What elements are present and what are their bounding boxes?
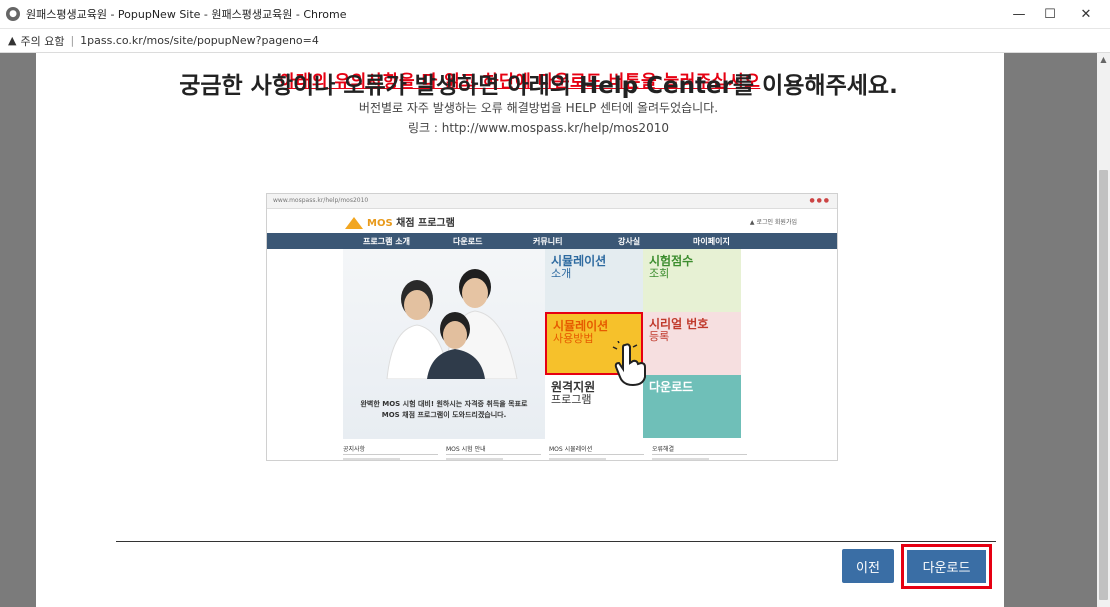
scroll-up-arrow-icon[interactable]: ▲ — [1097, 53, 1110, 66]
list-heading: MOS 시험 안내 — [446, 444, 541, 455]
hero-caption-line: 완벽한 MOS 시험 대비! 원하시는 자격증 취득을 목표로 — [360, 400, 528, 408]
list-column: MOS 시뮬레이션 — [549, 444, 644, 460]
help-title: 궁금한 사항이나 오류가 발생하면 아래의 Help Center를 이용해주세… — [179, 73, 898, 99]
help-link[interactable]: 링크 : http://www.mospass.kr/help/mos2010 — [0, 119, 1077, 136]
download-button[interactable]: 다운로드 — [907, 550, 986, 583]
list-heading: MOS 시뮬레이션 — [549, 444, 644, 455]
security-warning-label[interactable]: 주의 요함 — [20, 33, 64, 49]
list-column: MOS 시험 안내 — [446, 444, 541, 460]
list-column: 공지사항 — [343, 444, 438, 460]
hero-caption-line: MOS 채점 프로그램이 도와드리겠습니다. — [381, 411, 507, 419]
tile-download: 다운로드 — [643, 375, 741, 438]
scrollbar-thumb[interactable] — [1099, 170, 1108, 600]
tile-simulation-intro: 시뮬레이션 소개 — [545, 249, 643, 312]
help-center-screenshot: www.mospass.kr/help/mos2010 ● ● ● MOS 채점… — [266, 193, 838, 461]
embedded-hero: 완벽한 MOS 시험 대비! 원하시는 자격증 취득을 목표로 MOS 채점 프… — [343, 249, 747, 439]
logo-triangle-icon — [345, 217, 363, 229]
hero-photo-area: 완벽한 MOS 시험 대비! 원하시는 자격증 취득을 목표로 MOS 채점 프… — [343, 249, 545, 439]
embedded-top-links: ▲ 로그인 회원가입 — [749, 219, 797, 226]
tile-subtitle: 조회 — [649, 267, 670, 280]
prev-button[interactable]: 이전 — [842, 549, 894, 583]
logo-text: 채점 프로그램 — [392, 218, 455, 229]
embedded-url: www.mospass.kr/help/mos2010 — [273, 197, 369, 204]
window-title: 원패스평생교육원 - PopupNew Site - 원패스평생교육원 - Ch… — [26, 8, 347, 21]
logo-brand: MOS — [367, 218, 393, 229]
embedded-nav-item: 프로그램 소개 — [363, 237, 410, 246]
embedded-nav-item: 강사실 — [618, 237, 641, 246]
tile-subtitle: 소개 — [551, 267, 572, 280]
download-button-highlight: 다운로드 — [901, 544, 992, 589]
chrome-icon: ● — [6, 7, 20, 21]
tile-serial: 시리얼 번호 등록 — [643, 312, 741, 375]
warning-icon[interactable]: ▲ — [8, 34, 16, 47]
list-heading: 공지사항 — [343, 444, 438, 455]
embedded-lists: 공지사항 MOS 시험 안내 MOS 시뮬레이션 오류해결 — [343, 444, 747, 460]
embedded-nav: 프로그램 소개 다운로드 커뮤니티 강사실 마이페이지 — [267, 233, 837, 249]
vertical-scrollbar[interactable]: ▲ — [1097, 53, 1110, 607]
embedded-browser-bar: www.mospass.kr/help/mos2010 ● ● ● — [267, 194, 837, 209]
bottom-divider — [116, 541, 996, 542]
embedded-browser-icons: ● ● ● — [809, 197, 829, 204]
address-bar[interactable]: ▲ 주의 요함 | 1pass.co.kr/mos/site/popupNew?… — [0, 29, 1110, 53]
list-heading: 오류해결 — [652, 444, 747, 455]
people-photo — [386, 269, 518, 379]
embedded-nav-item: 마이페이지 — [693, 237, 730, 246]
address-separator: | — [70, 34, 75, 47]
tile-subtitle: 등록 — [649, 330, 670, 343]
tile-title: 다운로드 — [649, 380, 694, 394]
hero-caption: 완벽한 MOS 시험 대비! 원하시는 자격증 취득을 목표로 MOS 채점 프… — [343, 399, 545, 421]
embedded-nav-item: 커뮤니티 — [533, 237, 563, 246]
window-titlebar: ● 원패스평생교육원 - PopupNew Site - 원패스평생교육원 - … — [0, 0, 1110, 29]
url-text[interactable]: 1pass.co.kr/mos/site/popupNew?pageno=4 — [80, 34, 319, 47]
close-button[interactable]: ✕ — [1063, 0, 1109, 29]
embedded-logo: MOS 채점 프로그램 — [345, 214, 455, 229]
embedded-nav-item: 다운로드 — [453, 237, 483, 246]
tile-score: 시험점수 조회 — [643, 249, 741, 312]
tile-subtitle: 프로그램 — [551, 393, 592, 406]
pointer-hand-icon — [612, 341, 646, 387]
list-column: 오류해결 — [652, 444, 747, 460]
embedded-site-header: MOS 채점 프로그램 ▲ 로그인 회원가입 — [267, 209, 837, 233]
help-subtitle: 버전별로 자주 발생하는 오류 해결방법을 HELP 센터에 올려두었습니다. — [358, 101, 719, 115]
